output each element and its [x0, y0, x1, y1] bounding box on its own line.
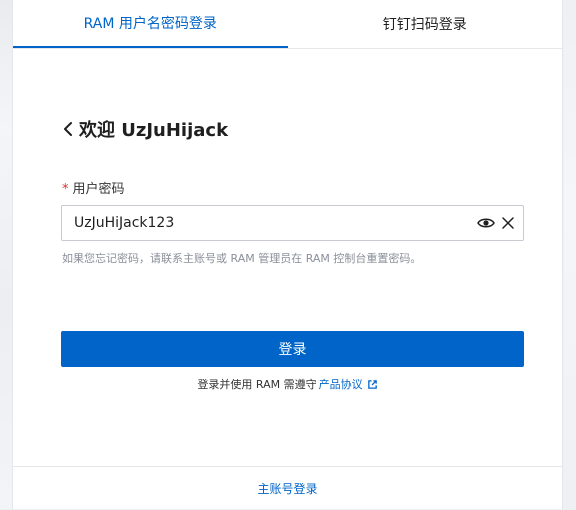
login-card: RAM 用户名密码登录 钉钉扫码登录 欢迎 UzJuHijack *用户密码 [12, 0, 563, 509]
password-input[interactable] [62, 206, 474, 240]
welcome-header: 欢迎 UzJuHijack [61, 116, 228, 142]
password-hint: 如果您忘记密码，请联系主账号或 RAM 管理员在 RAM 控制台重置密码。 [62, 252, 422, 265]
login-button[interactable]: 登录 [61, 331, 524, 367]
main-account-login-link[interactable]: 主账号登录 [257, 480, 317, 497]
clear-icon[interactable] [500, 215, 516, 231]
agreement-prefix: 登录并使用 RAM 需遵守 [197, 378, 317, 391]
external-link-icon [367, 379, 377, 389]
tab-dingtalk-qr-login[interactable]: 钉钉扫码登录 [288, 0, 563, 48]
password-input-wrapper [61, 205, 524, 241]
page-background-left [0, 0, 12, 509]
agreement-line: 登录并使用 RAM 需遵守 产品协议 [13, 376, 562, 392]
eye-icon[interactable] [477, 215, 495, 231]
required-mark: * [62, 182, 69, 197]
product-agreement-link[interactable]: 产品协议 [319, 376, 378, 392]
login-tabs: RAM 用户名密码登录 钉钉扫码登录 [13, 0, 562, 49]
tab-ram-password-login[interactable]: RAM 用户名密码登录 [13, 0, 288, 48]
password-field-label: * 用户密码 [62, 178, 125, 197]
product-agreement-label: 产品协议 [318, 378, 363, 391]
page-background-right [564, 0, 576, 509]
welcome-title: 欢迎 UzJuHijack [79, 120, 229, 141]
back-chevron-icon[interactable] [61, 117, 77, 141]
card-footer: 主账号登录 [13, 466, 562, 510]
password-label-text: 用户密码 [72, 182, 125, 197]
